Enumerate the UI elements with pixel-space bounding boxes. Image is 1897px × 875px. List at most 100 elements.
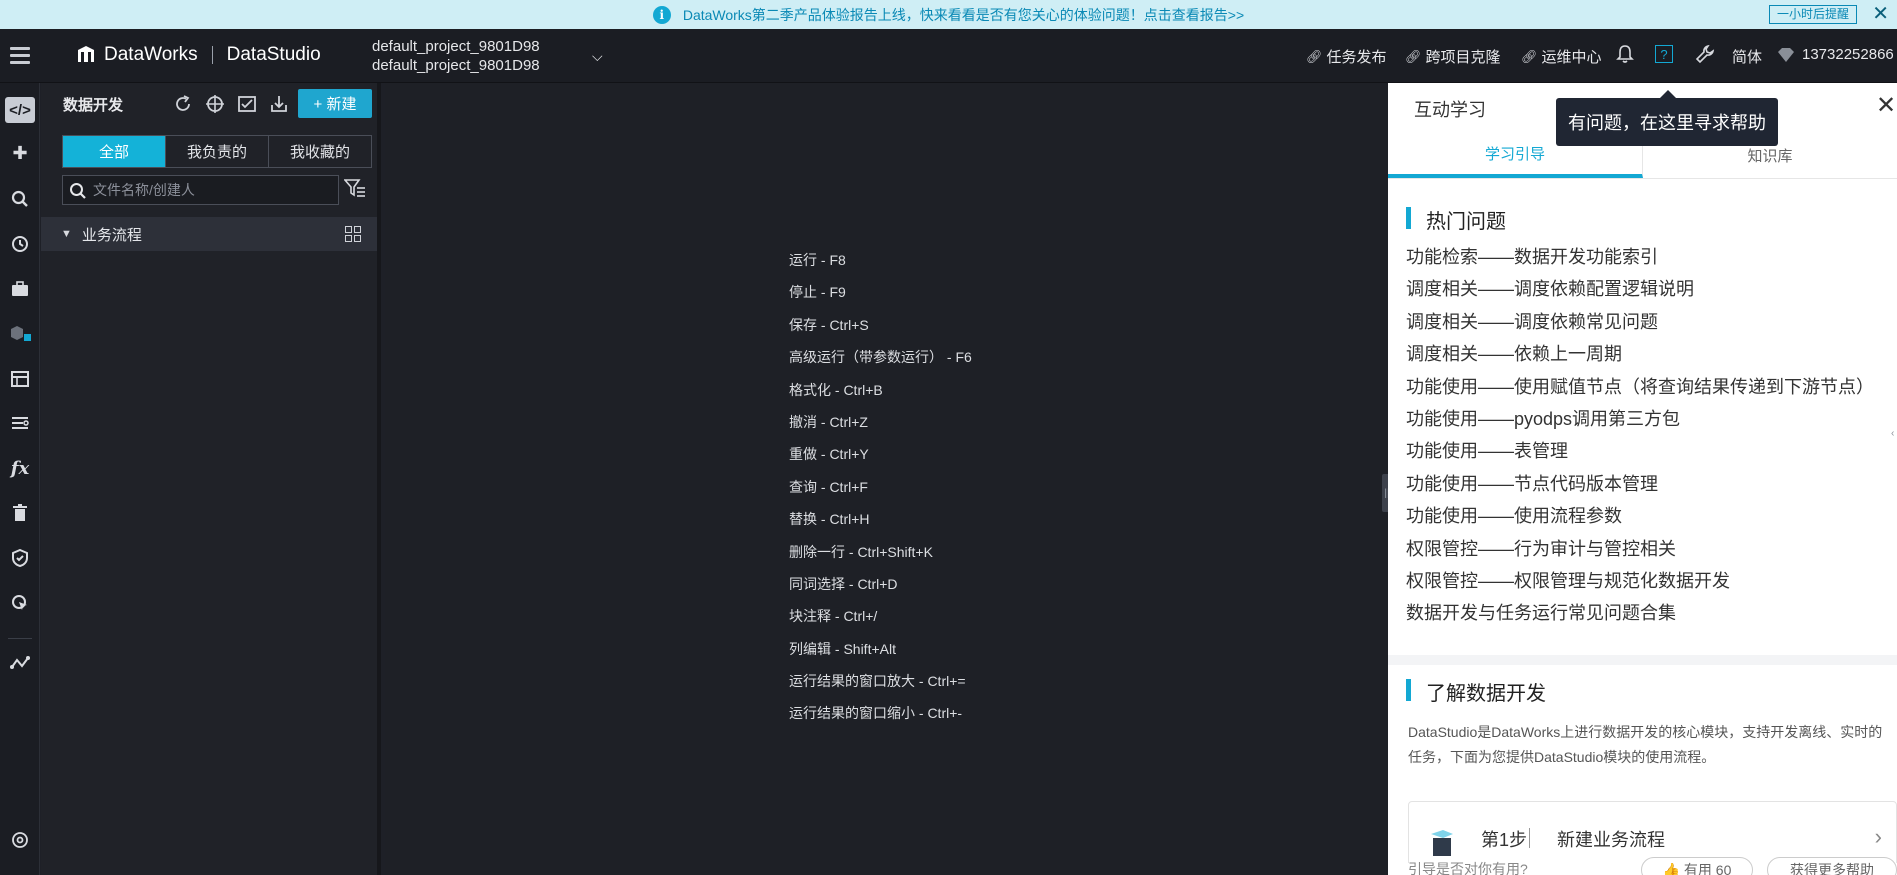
briefcase-icon[interactable] (8, 277, 32, 301)
hot-question-link[interactable]: 功能使用——使用赋值节点（将查询结果传递到下游节点） (1406, 373, 1874, 405)
hot-question-link[interactable]: 功能使用——pyodps调用第三方包 (1406, 405, 1874, 437)
hot-question-link[interactable]: 调度相关——调度依赖常见问题 (1406, 308, 1874, 340)
panel-title: 数据开发 (63, 97, 124, 114)
hot-question-link[interactable]: 调度相关——调度依赖配置逻辑说明 (1406, 275, 1874, 307)
shield-check-icon[interactable] (8, 546, 32, 570)
hot-question-link[interactable]: 数据开发与任务运行常见问题合集 (1406, 599, 1874, 631)
tab-favorites[interactable]: 我收藏的 (269, 136, 371, 167)
hot-question-link[interactable]: 权限管控——权限管理与规范化数据开发 (1406, 567, 1874, 599)
top-header: DataWorks DataStudio default_project_980… (0, 29, 1897, 83)
clock-icon[interactable] (8, 232, 32, 256)
data-development-icon[interactable]: </> (5, 97, 35, 123)
brand-name: DataWorks (104, 44, 198, 65)
explorer-panel: 数据开发 + 新建 全部 我负责的 我收藏的 ▼ 业务流程 (41, 83, 381, 875)
chevron-down-icon[interactable]: ▼ (61, 228, 72, 240)
hot-question-link[interactable]: 功能使用——使用流程参数 (1406, 502, 1874, 534)
brand[interactable]: DataWorks DataStudio (76, 44, 321, 66)
new-button[interactable]: + 新建 (298, 89, 372, 118)
locate-icon[interactable] (202, 91, 228, 117)
hot-questions-title: 热门问题 (1426, 211, 1506, 233)
tree-item-label: 业务流程 (81, 226, 142, 244)
language-switch[interactable]: 简体 (1732, 46, 1762, 67)
more-help-button[interactable]: 获得更多帮助 (1767, 857, 1897, 875)
help-icon[interactable]: ? (1655, 45, 1673, 63)
hot-question-link[interactable]: 功能使用——节点代码版本管理 (1406, 470, 1874, 502)
shortcut-item: 停止 - F9 (789, 284, 846, 301)
shortcut-item: 撤消 - Ctrl+Z (789, 413, 868, 430)
shortcut-item: 替换 - Ctrl+H (789, 511, 870, 528)
list-icon[interactable] (8, 411, 32, 435)
tree-item-business-flow[interactable]: ▼ 业务流程 (41, 217, 377, 251)
function-icon[interactable]: fx (8, 456, 32, 480)
announcement-bar[interactable]: i DataWorks第二季产品体验报告上线，快来看看是否有您关心的体验问题！点… (0, 0, 1897, 29)
shortcut-item: 格式化 - Ctrl+B (789, 381, 883, 398)
step-name: 新建业务流程 (1557, 830, 1665, 850)
chevron-down-icon[interactable]: ⌵ (592, 48, 603, 65)
cube-icon[interactable] (8, 322, 32, 346)
nav-task-publish[interactable]: 🔗︎ 任务发布 (1306, 46, 1387, 67)
shortcut-item: 运行 - F8 (789, 252, 846, 268)
search-icon (63, 180, 93, 200)
grid-view-icon[interactable] (345, 226, 361, 242)
step-number: 第1步 (1481, 830, 1528, 850)
puzzle-icon[interactable]: ✚ (8, 141, 32, 165)
table-icon[interactable] (8, 367, 32, 391)
tab-mine[interactable]: 我负责的 (166, 136, 269, 167)
help-tooltip: 有问题，在这里寻求帮助 (1556, 90, 1778, 146)
useful-button[interactable]: 👍 有用 60 (1641, 857, 1753, 875)
tab-all[interactable]: 全部 (63, 136, 166, 167)
user-account[interactable]: 13732252866 (1802, 46, 1894, 63)
refresh-icon[interactable] (170, 91, 196, 117)
hot-question-link[interactable]: 功能使用——表管理 (1406, 437, 1874, 469)
cursor-click-icon[interactable] (8, 591, 32, 615)
wrench-icon[interactable] (1695, 44, 1715, 69)
help-panel: 互动学习 ✕ 学习引导 知识库 热门问题 功能检索——数据开发功能索引 调度相关… (1388, 83, 1897, 875)
link-icon: 🔗︎ (1405, 48, 1422, 64)
chevron-left-icon[interactable]: ‹ (1891, 428, 1894, 439)
project-name: default_project_9801D98 (372, 38, 540, 55)
close-icon[interactable]: ✕ (1872, 2, 1889, 26)
chevron-right-icon: › (1874, 824, 1882, 849)
user-avatar-icon[interactable] (1777, 47, 1795, 68)
remind-later-button[interactable]: 一小时后提醒 (1768, 5, 1857, 24)
link-icon: 🔗︎ (1306, 48, 1323, 64)
step-illustration-icon (1431, 830, 1453, 856)
nav-ops-center[interactable]: 🔗︎ 运维中心 (1521, 46, 1602, 67)
check-list-icon[interactable] (234, 91, 260, 117)
hamburger-menu-icon[interactable] (10, 47, 30, 65)
announcement-text[interactable]: DataWorks第二季产品体验报告上线，快来看看是否有您关心的体验问题！点击查… (683, 5, 1244, 25)
shortcut-item: 重做 - Ctrl+Y (789, 446, 869, 463)
close-icon[interactable]: ✕ (1876, 91, 1896, 120)
shortcut-item: 保存 - Ctrl+S (789, 316, 869, 333)
shortcut-item: 删除一行 - Ctrl+Shift+K (789, 543, 933, 560)
hot-question-list: 功能检索——数据开发功能索引 调度相关——调度依赖配置逻辑说明 调度相关——调度… (1406, 243, 1874, 632)
lineage-icon[interactable] (8, 651, 32, 675)
filter-tabs: 全部 我负责的 我收藏的 (62, 135, 372, 168)
learn-section-title: 了解数据开发 (1426, 683, 1546, 705)
shortcut-item: 块注释 - Ctrl+/ (789, 608, 878, 625)
shortcut-item: 高级运行（带参数运行） - F6 (789, 349, 972, 366)
import-icon[interactable] (266, 91, 292, 117)
shortcut-item: 列编辑 - Shift+Alt (789, 640, 896, 657)
settings-icon[interactable] (8, 828, 32, 852)
search-input[interactable] (93, 182, 338, 198)
project-id: default_project_9801D98 (372, 57, 540, 74)
hot-question-link[interactable]: 权限管控——行为审计与管控相关 (1406, 535, 1874, 567)
bell-icon[interactable] (1616, 44, 1634, 69)
link-icon: 🔗︎ (1521, 48, 1538, 64)
search-icon[interactable] (8, 187, 32, 211)
project-selector[interactable]: default_project_9801D98 default_project_… (372, 37, 540, 75)
hot-question-link[interactable]: 功能检索——数据开发功能索引 (1406, 243, 1874, 275)
shortcut-item: 运行结果的窗口放大 - Ctrl+= (789, 673, 966, 690)
hot-question-link[interactable]: 调度相关——依赖上一周期 (1406, 340, 1874, 372)
nav-cross-project-clone[interactable]: 🔗︎ 跨项目克隆 (1405, 46, 1501, 67)
trash-icon[interactable] (8, 501, 32, 525)
module-name: DataStudio (226, 44, 321, 65)
info-icon: i (652, 5, 671, 24)
shortcut-list: 运行 - F8 停止 - F9 保存 - Ctrl+S 高级运行（带参数运行） … (789, 250, 972, 736)
learn-description: DataStudio是DataWorks上进行数据开发的核心模块，支持开发离线、… (1408, 724, 1883, 765)
feedback-question: 引导是否对你有用? (1408, 861, 1528, 875)
shortcut-item: 同词选择 - Ctrl+D (789, 575, 898, 592)
filter-icon[interactable] (343, 178, 366, 203)
search-box (62, 175, 339, 205)
